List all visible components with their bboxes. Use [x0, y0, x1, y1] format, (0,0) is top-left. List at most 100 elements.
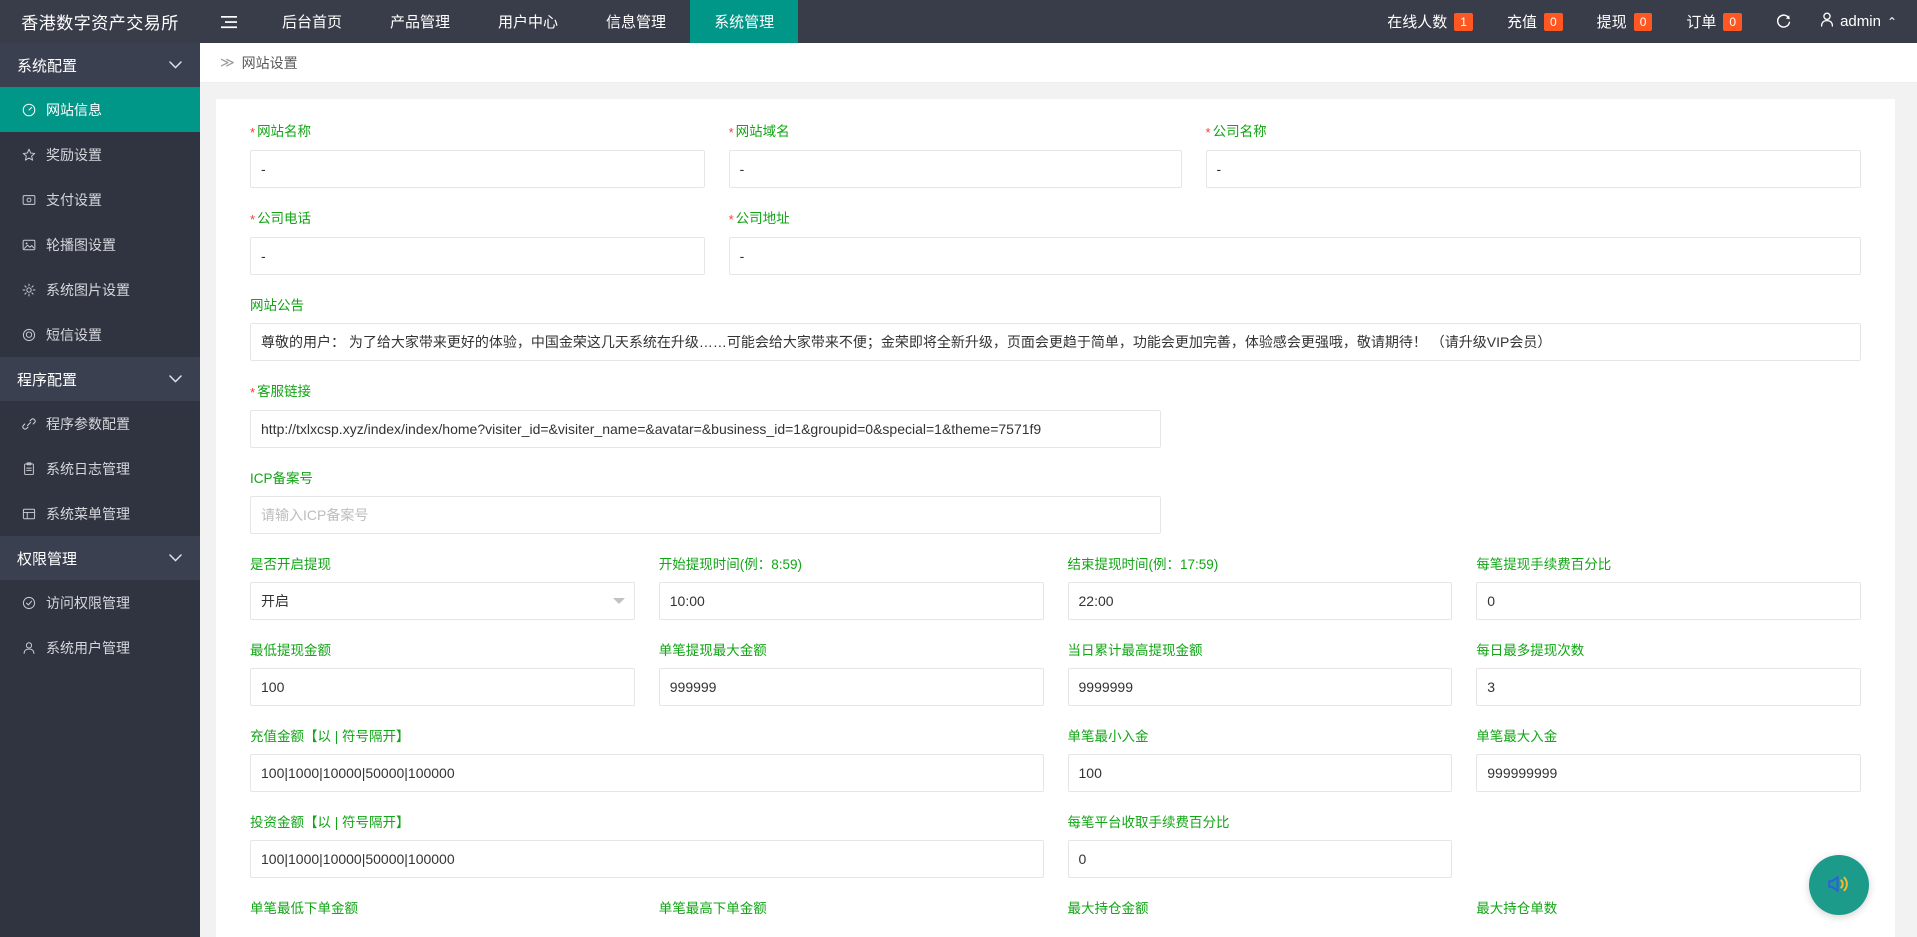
sidebar-group-system-config[interactable]: 系统配置 [0, 43, 200, 87]
field-service-link: *客服链接 [238, 383, 1173, 470]
form-row-recharge: 充值金额【以 | 符号隔开】 单笔最小入金 单笔最大入金 [238, 728, 1873, 814]
field-company-phone-label: *公司电话 [250, 210, 705, 228]
required-marker: * [729, 212, 734, 227]
sidebar-item-access-permissions[interactable]: 访问权限管理 [0, 580, 200, 625]
field-announcement: 网站公告 [238, 297, 1873, 383]
field-order-min: 单笔最低下单金额 [238, 900, 647, 937]
sidebar-group-label: 权限管理 [17, 548, 77, 569]
required-marker: * [250, 212, 255, 227]
sidebar-item-program-params[interactable]: 程序参数配置 [0, 401, 200, 446]
site-name-input[interactable] [250, 150, 705, 188]
header-spacer [798, 0, 1370, 43]
top-header-bar: 香港数字资产交易所 后台首页 产品管理 用户中心 信息管理 系统管理 在线人数 … [0, 0, 1917, 43]
nav-item-product[interactable]: 产品管理 [366, 0, 474, 43]
shield-check-icon [21, 596, 37, 610]
field-order-max: 单笔最高下单金额 [647, 900, 1056, 937]
nav-item-dashboard[interactable]: 后台首页 [258, 0, 366, 43]
withdraw-max-day-input[interactable] [1068, 668, 1453, 706]
floating-chat-button[interactable] [1809, 855, 1869, 915]
sidebar-group-label: 系统配置 [17, 55, 77, 76]
field-company-name-label: *公司名称 [1206, 123, 1861, 141]
withdraw-start-input[interactable] [659, 582, 1044, 620]
field-invest-amounts: 投资金额【以 | 符号隔开】 [238, 814, 1056, 900]
field-withdraw-max-one: 单笔提现最大金额 [647, 642, 1056, 728]
icp-input[interactable] [250, 496, 1161, 534]
sidebar-item-site-info[interactable]: 网站信息 [0, 87, 200, 132]
hamburger-icon[interactable] [200, 0, 258, 43]
field-announcement-label: 网站公告 [250, 297, 1861, 314]
form-row-2: *公司电话 *公司地址 [238, 210, 1873, 297]
service-link-input[interactable] [250, 410, 1161, 448]
form-row-withdraw-amounts: 最低提现金额 单笔提现最大金额 当日累计最高提现金额 每日最多提现次数 [238, 642, 1873, 728]
platform-fee-pct-input[interactable] [1068, 840, 1453, 878]
sidebar-item-payment-settings[interactable]: 支付设置 [0, 177, 200, 222]
field-site-name: *网站名称 [238, 123, 717, 210]
withdraw-enabled-select[interactable]: 开启 关闭 [250, 582, 635, 620]
stat-withdraw[interactable]: 提现 0 [1580, 0, 1670, 43]
payment-icon [21, 193, 37, 207]
deposit-min-input[interactable] [1068, 754, 1453, 792]
gear-icon [21, 283, 37, 297]
sidebar-item-system-users[interactable]: 系统用户管理 [0, 625, 200, 670]
sidebar-item-system-logs[interactable]: 系统日志管理 [0, 446, 200, 491]
withdraw-end-input[interactable] [1068, 582, 1453, 620]
field-site-domain: *网站域名 [717, 123, 1194, 210]
withdraw-min-input[interactable] [250, 668, 635, 706]
link-icon [21, 417, 37, 431]
sidebar-item-label: 轮播图设置 [46, 235, 116, 255]
sidebar-item-carousel-settings[interactable]: 轮播图设置 [0, 222, 200, 267]
sidebar-item-sms-settings[interactable]: 短信设置 [0, 312, 200, 357]
window-icon [21, 507, 37, 521]
field-site-name-label: *网站名称 [250, 123, 705, 141]
sidebar-item-label: 系统图片设置 [46, 280, 130, 300]
company-name-input[interactable] [1206, 150, 1861, 188]
stat-recharge[interactable]: 充值 0 [1490, 0, 1580, 43]
user-icon [21, 641, 37, 655]
sidebar-group-program-config[interactable]: 程序配置 [0, 357, 200, 401]
sidebar-item-label: 奖励设置 [46, 145, 102, 165]
field-deposit-min: 单笔最小入金 [1056, 728, 1465, 814]
sidebar-item-label: 短信设置 [46, 325, 102, 345]
form-row-announcement: 网站公告 [238, 297, 1873, 383]
stat-orders[interactable]: 订单 0 [1669, 0, 1759, 43]
stat-online-users[interactable]: 在线人数 1 [1370, 0, 1490, 43]
sidebar-item-reward-settings[interactable]: 奖励设置 [0, 132, 200, 177]
required-marker: * [250, 125, 255, 140]
stat-orders-badge: 0 [1723, 13, 1742, 31]
withdraw-fee-pct-input[interactable] [1476, 582, 1861, 620]
invest-amounts-input[interactable] [250, 840, 1044, 878]
nav-item-info[interactable]: 信息管理 [582, 0, 690, 43]
field-withdraw-enabled-label: 是否开启提现 [250, 556, 635, 573]
stat-orders-label: 订单 [1686, 11, 1716, 32]
deposit-max-input[interactable] [1476, 754, 1861, 792]
sound-wave-icon [1824, 869, 1854, 902]
field-order-min-label: 单笔最低下单金额 [250, 900, 635, 917]
field-withdraw-end-label: 结束提现时间(例：17:59) [1068, 556, 1453, 573]
field-withdraw-start-label: 开始提现时间(例：8:59) [659, 556, 1044, 573]
field-recharge-amounts-label: 充值金额【以 | 符号隔开】 [250, 728, 1044, 745]
announcement-input[interactable] [250, 323, 1861, 361]
required-marker: * [250, 385, 255, 400]
stat-withdraw-label: 提现 [1597, 11, 1627, 32]
refresh-icon[interactable] [1759, 0, 1808, 43]
withdraw-times-input[interactable] [1476, 668, 1861, 706]
page-title: 网站设置 [242, 53, 298, 73]
sidebar-item-system-images[interactable]: 系统图片设置 [0, 267, 200, 312]
company-address-input[interactable] [729, 237, 1861, 275]
field-invest-amounts-label: 投资金额【以 | 符号隔开】 [250, 814, 1044, 831]
field-company-address: *公司地址 [717, 210, 1873, 297]
nav-item-system[interactable]: 系统管理 [690, 0, 798, 43]
user-menu[interactable]: admin ⌃ [1808, 0, 1917, 43]
recharge-amounts-input[interactable] [250, 754, 1044, 792]
nav-item-user-center[interactable]: 用户中心 [474, 0, 582, 43]
sidebar-item-system-menus[interactable]: 系统菜单管理 [0, 491, 200, 536]
withdraw-max-one-input[interactable] [659, 668, 1044, 706]
stat-withdraw-badge: 0 [1634, 13, 1653, 31]
site-domain-input[interactable] [729, 150, 1182, 188]
form-row-withdraw-basic: 是否开启提现 开启 关闭 开始提现时间(例：8:59) 结束提现时间(例：17:… [238, 556, 1873, 642]
sidebar-group-permissions[interactable]: 权限管理 [0, 536, 200, 580]
stat-recharge-label: 充值 [1507, 11, 1537, 32]
main-content: ≫ 网站设置 *网站名称 *网站域名 *公司名称 *公司电话 [200, 43, 1917, 937]
sidebar-item-label: 网站信息 [46, 100, 102, 120]
company-phone-input[interactable] [250, 237, 705, 275]
